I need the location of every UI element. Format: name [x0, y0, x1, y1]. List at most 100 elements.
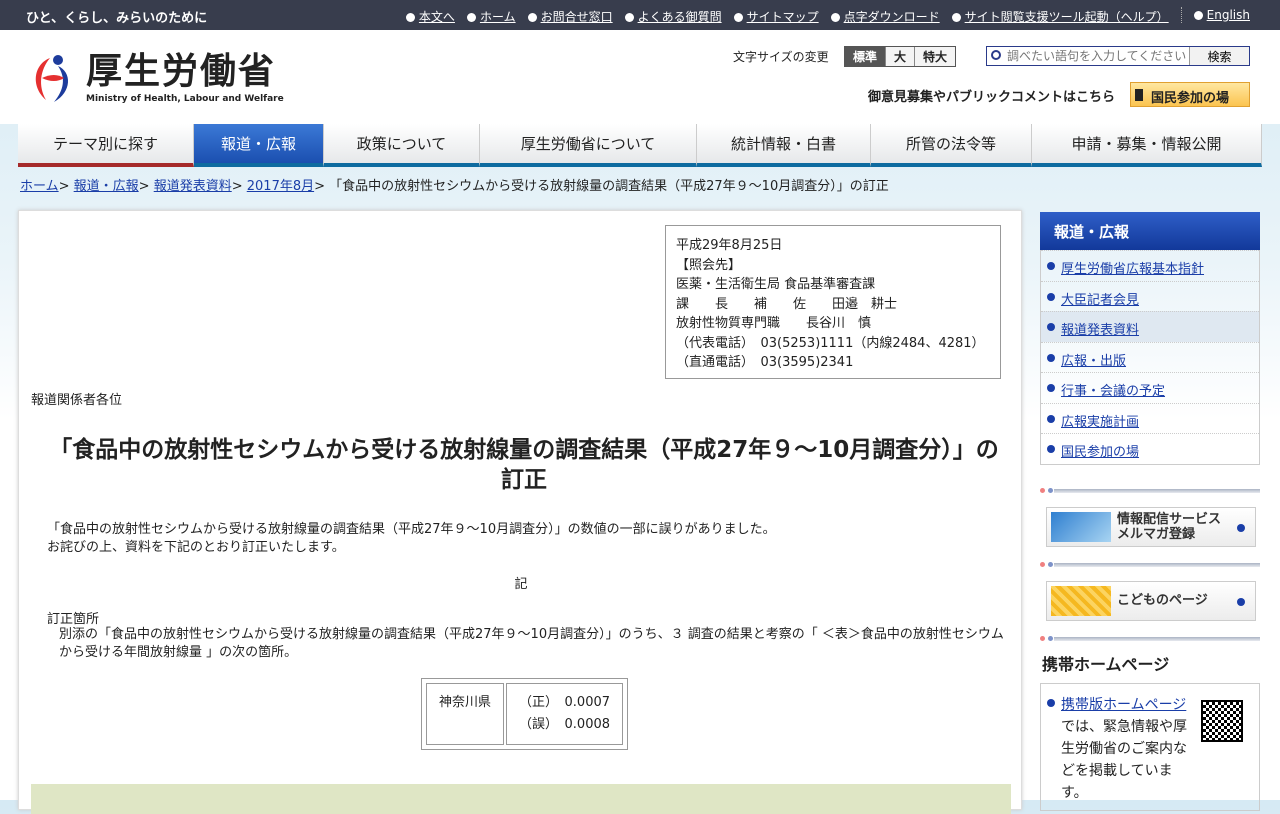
sidebar-link[interactable]: 行事・会議の予定: [1061, 384, 1165, 399]
correct-value: （正） 0.0007: [519, 695, 611, 710]
sidebar-item[interactable]: 大臣記者会見: [1041, 280, 1259, 312]
divider: [1040, 561, 1260, 567]
link-braille[interactable]: 点字ダウンロード: [844, 10, 940, 24]
link-sitemap[interactable]: サイトマップ: [747, 10, 819, 24]
main-content: 平成29年8月25日 【照会先】 医薬・生活衛生局 食品基準審査課 課 長 補 …: [18, 210, 1022, 814]
nav-laws[interactable]: 所管の法令等: [871, 124, 1032, 167]
divider: [1040, 487, 1260, 493]
banner-text: こどものページ: [1117, 593, 1208, 608]
mail-magazine-banner[interactable]: 情報配信サービス メルマガ登録: [1046, 506, 1256, 547]
nav-policy[interactable]: 政策について: [324, 124, 480, 167]
link-skip-to-content[interactable]: 本文へ: [419, 10, 455, 24]
arrow-icon: [1047, 292, 1055, 301]
search-form: 検索: [986, 46, 1250, 66]
arrow-icon: [624, 13, 634, 22]
mobile-link[interactable]: 携帯版ホームページ: [1061, 697, 1186, 713]
public-participation-button[interactable]: 国民参加の場: [1130, 82, 1250, 107]
font-size-standard[interactable]: 標準: [845, 47, 886, 66]
divider: [1180, 7, 1182, 23]
ki-heading: 記: [514, 577, 528, 592]
mobile-text: では、緊急情報や厚生労働省のご案内などを掲載しています。: [1061, 718, 1187, 801]
link-accessibility-tool[interactable]: サイト閲覧支援ツール起動（ヘルプ）: [965, 10, 1169, 24]
nav-applications[interactable]: 申請・募集・情報公開: [1032, 124, 1262, 167]
global-nav: テーマ別に探す 報道・広報 政策について 厚生労働省について 統計情報・白書 所…: [18, 124, 1262, 167]
font-size-switcher: 標準 大 特大: [844, 46, 957, 67]
sidebar-link[interactable]: 厚生労働省広報基本指針: [1061, 262, 1204, 277]
sidebar: 報道・広報 厚生労働省広報基本指針 大臣記者会見 報道発表資料 広報・出版 行事…: [1040, 212, 1260, 811]
arrow-icon: [405, 13, 415, 22]
sidebar-link[interactable]: 国民参加の場: [1061, 445, 1139, 460]
nav-about[interactable]: 厚生労働省について: [480, 124, 697, 167]
sidebar-link[interactable]: 報道発表資料: [1061, 323, 1139, 338]
contact-heading: 【照会先】: [676, 257, 742, 273]
contact-box: 平成29年8月25日 【照会先】 医薬・生活衛生局 食品基準審査課 課 長 補 …: [665, 225, 1001, 379]
link-home[interactable]: ホーム: [480, 10, 516, 24]
breadcrumb-releases[interactable]: 報道発表資料: [154, 179, 232, 194]
contact-phone: （直通電話） 03(3595)2341: [676, 355, 854, 370]
font-size-large[interactable]: 大: [885, 47, 915, 66]
kids-page-banner[interactable]: こどものページ: [1046, 580, 1256, 621]
arrow-icon: [1237, 597, 1245, 606]
search-icon: [991, 50, 1001, 60]
breadcrumb-press[interactable]: 報道・広報: [74, 179, 139, 194]
page-title: 「食品中の放射性セシウムから受ける放射線量の調査結果（平成27年９～10月調査分…: [49, 437, 999, 493]
prefecture-cell: 神奈川県: [426, 683, 505, 745]
sidebar-item[interactable]: 国民参加の場: [1041, 433, 1259, 464]
arrow-icon: [1047, 323, 1055, 331]
table-row: 神奈川県 （正） 0.0007 （誤） 0.0008: [426, 683, 624, 745]
contact-person: 課 長 補 佐 田邉 耕士: [676, 296, 898, 312]
breadcrumb-month[interactable]: 2017年8月: [247, 179, 314, 194]
value-cell: （正） 0.0007 （誤） 0.0008: [506, 683, 624, 745]
breadcrumb: ホーム> 報道・広報> 報道発表資料> 2017年8月> 「食品中の放射性セシウ…: [20, 179, 889, 194]
sidebar-link[interactable]: 大臣記者会見: [1061, 293, 1139, 308]
sidebar-link[interactable]: 広報・出版: [1061, 354, 1126, 369]
arrow-icon: [733, 13, 743, 22]
arrow-icon: [1237, 523, 1245, 532]
sidebar-item[interactable]: 広報・出版: [1041, 341, 1259, 373]
contact-phone: （代表電話） 03(5253)1111（内線2484、4281）: [676, 335, 985, 351]
correction-table: 神奈川県 （正） 0.0007 （誤） 0.0008: [421, 678, 629, 750]
search-input[interactable]: [987, 47, 1189, 65]
arrow-icon: [527, 13, 537, 22]
contact-person: 放射性物質専門職 長谷川 慎: [676, 316, 872, 331]
link-faq[interactable]: よくある御質問: [638, 10, 722, 24]
arrow-icon: [1047, 698, 1055, 707]
breadcrumb-current: 「食品中の放射性セシウムから受ける放射線量の調査結果（平成27年９～10月調査分…: [329, 179, 889, 194]
sidebar-menu: 厚生労働省広報基本指針 大臣記者会見 報道発表資料 広報・出版 行事・会議の予定…: [1040, 250, 1260, 465]
sidebar-item[interactable]: 厚生労働省広報基本指針: [1041, 250, 1259, 281]
banner-text: 情報配信サービス: [1117, 511, 1222, 527]
recipient: 報道関係者各位: [31, 393, 123, 408]
envelope-icon: [1051, 511, 1111, 542]
intro-line: お詫びの上、資料を下記のとおり訂正いたします。: [47, 540, 345, 555]
wrong-value: （誤） 0.0008: [519, 717, 611, 732]
font-size-label: 文字サイズの変更: [733, 50, 829, 64]
logo-english: Ministry of Health, Labour and Welfare: [86, 94, 284, 104]
arrow-icon: [830, 13, 840, 22]
correction-body: 別添の「食品中の放射性セシウムから受ける放射線量の調査結果（平成27年９～10月…: [59, 627, 1004, 660]
divider: [1040, 635, 1260, 641]
breadcrumb-home[interactable]: ホーム: [20, 179, 59, 194]
sidebar-item-current[interactable]: 報道発表資料: [1041, 311, 1259, 342]
release-date: 平成29年8月25日: [676, 238, 783, 253]
sidebar-link[interactable]: 広報実施計画: [1061, 415, 1139, 430]
link-contact[interactable]: お問合せ窓口: [541, 10, 613, 24]
logo[interactable]: 厚生労働省 Ministry of Health, Labour and Wel…: [28, 52, 284, 104]
arrow-icon: [1047, 262, 1055, 270]
intro-text: 「食品中の放射性セシウムから受ける放射線量の調査結果（平成27年９～10月調査分…: [47, 521, 776, 557]
top-bar: ひと、くらし、みらいのために 本文へ ホーム お問合せ窓口 よくある御質問 サイ…: [0, 0, 1280, 30]
nav-theme[interactable]: テーマ別に探す: [18, 124, 194, 167]
sidebar-item[interactable]: 行事・会議の予定: [1041, 372, 1259, 403]
mobile-box: 携帯版ホームページでは、緊急情報や厚生労働省のご案内などを掲載しています。: [1040, 682, 1260, 811]
home-icon: [466, 13, 476, 22]
font-size-extra-large[interactable]: 特大: [914, 47, 956, 66]
sidebar-item[interactable]: 広報実施計画: [1041, 402, 1259, 434]
nav-statistics[interactable]: 統計情報・白書: [697, 124, 871, 167]
nav-press[interactable]: 報道・広報: [194, 124, 324, 167]
logo-text: 厚生労働省: [86, 51, 277, 92]
arrow-icon: [951, 13, 961, 22]
utility-links: 本文へ ホーム お問合せ窓口 よくある御質問 サイトマップ 点字ダウンロード サ…: [405, 7, 1250, 25]
arrow-icon: [1047, 414, 1055, 423]
mobile-heading: 携帯ホームページ: [1042, 654, 1170, 674]
link-english[interactable]: English: [1207, 8, 1250, 22]
search-button[interactable]: 検索: [1189, 47, 1249, 65]
